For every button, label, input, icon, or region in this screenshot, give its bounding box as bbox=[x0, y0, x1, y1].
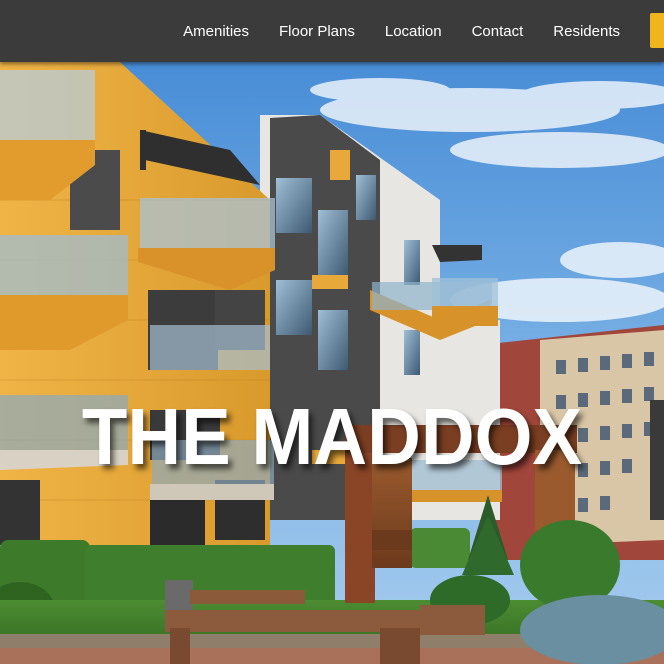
hero-title: THE MADDOX bbox=[81, 391, 583, 481]
nav-cta-button[interactable] bbox=[650, 13, 664, 48]
hero-photo bbox=[0, 0, 664, 664]
nav-link-residents[interactable]: Residents bbox=[553, 23, 620, 40]
nav-link-floor-plans[interactable]: Floor Plans bbox=[279, 23, 355, 40]
top-navigation-bar: Amenities Floor Plans Location Contact R… bbox=[0, 0, 664, 62]
nav-link-contact[interactable]: Contact bbox=[472, 23, 524, 40]
nav-link-amenities[interactable]: Amenities bbox=[183, 23, 249, 40]
nav-link-location[interactable]: Location bbox=[385, 23, 442, 40]
nav-links: Amenities Floor Plans Location Contact R… bbox=[183, 0, 620, 62]
